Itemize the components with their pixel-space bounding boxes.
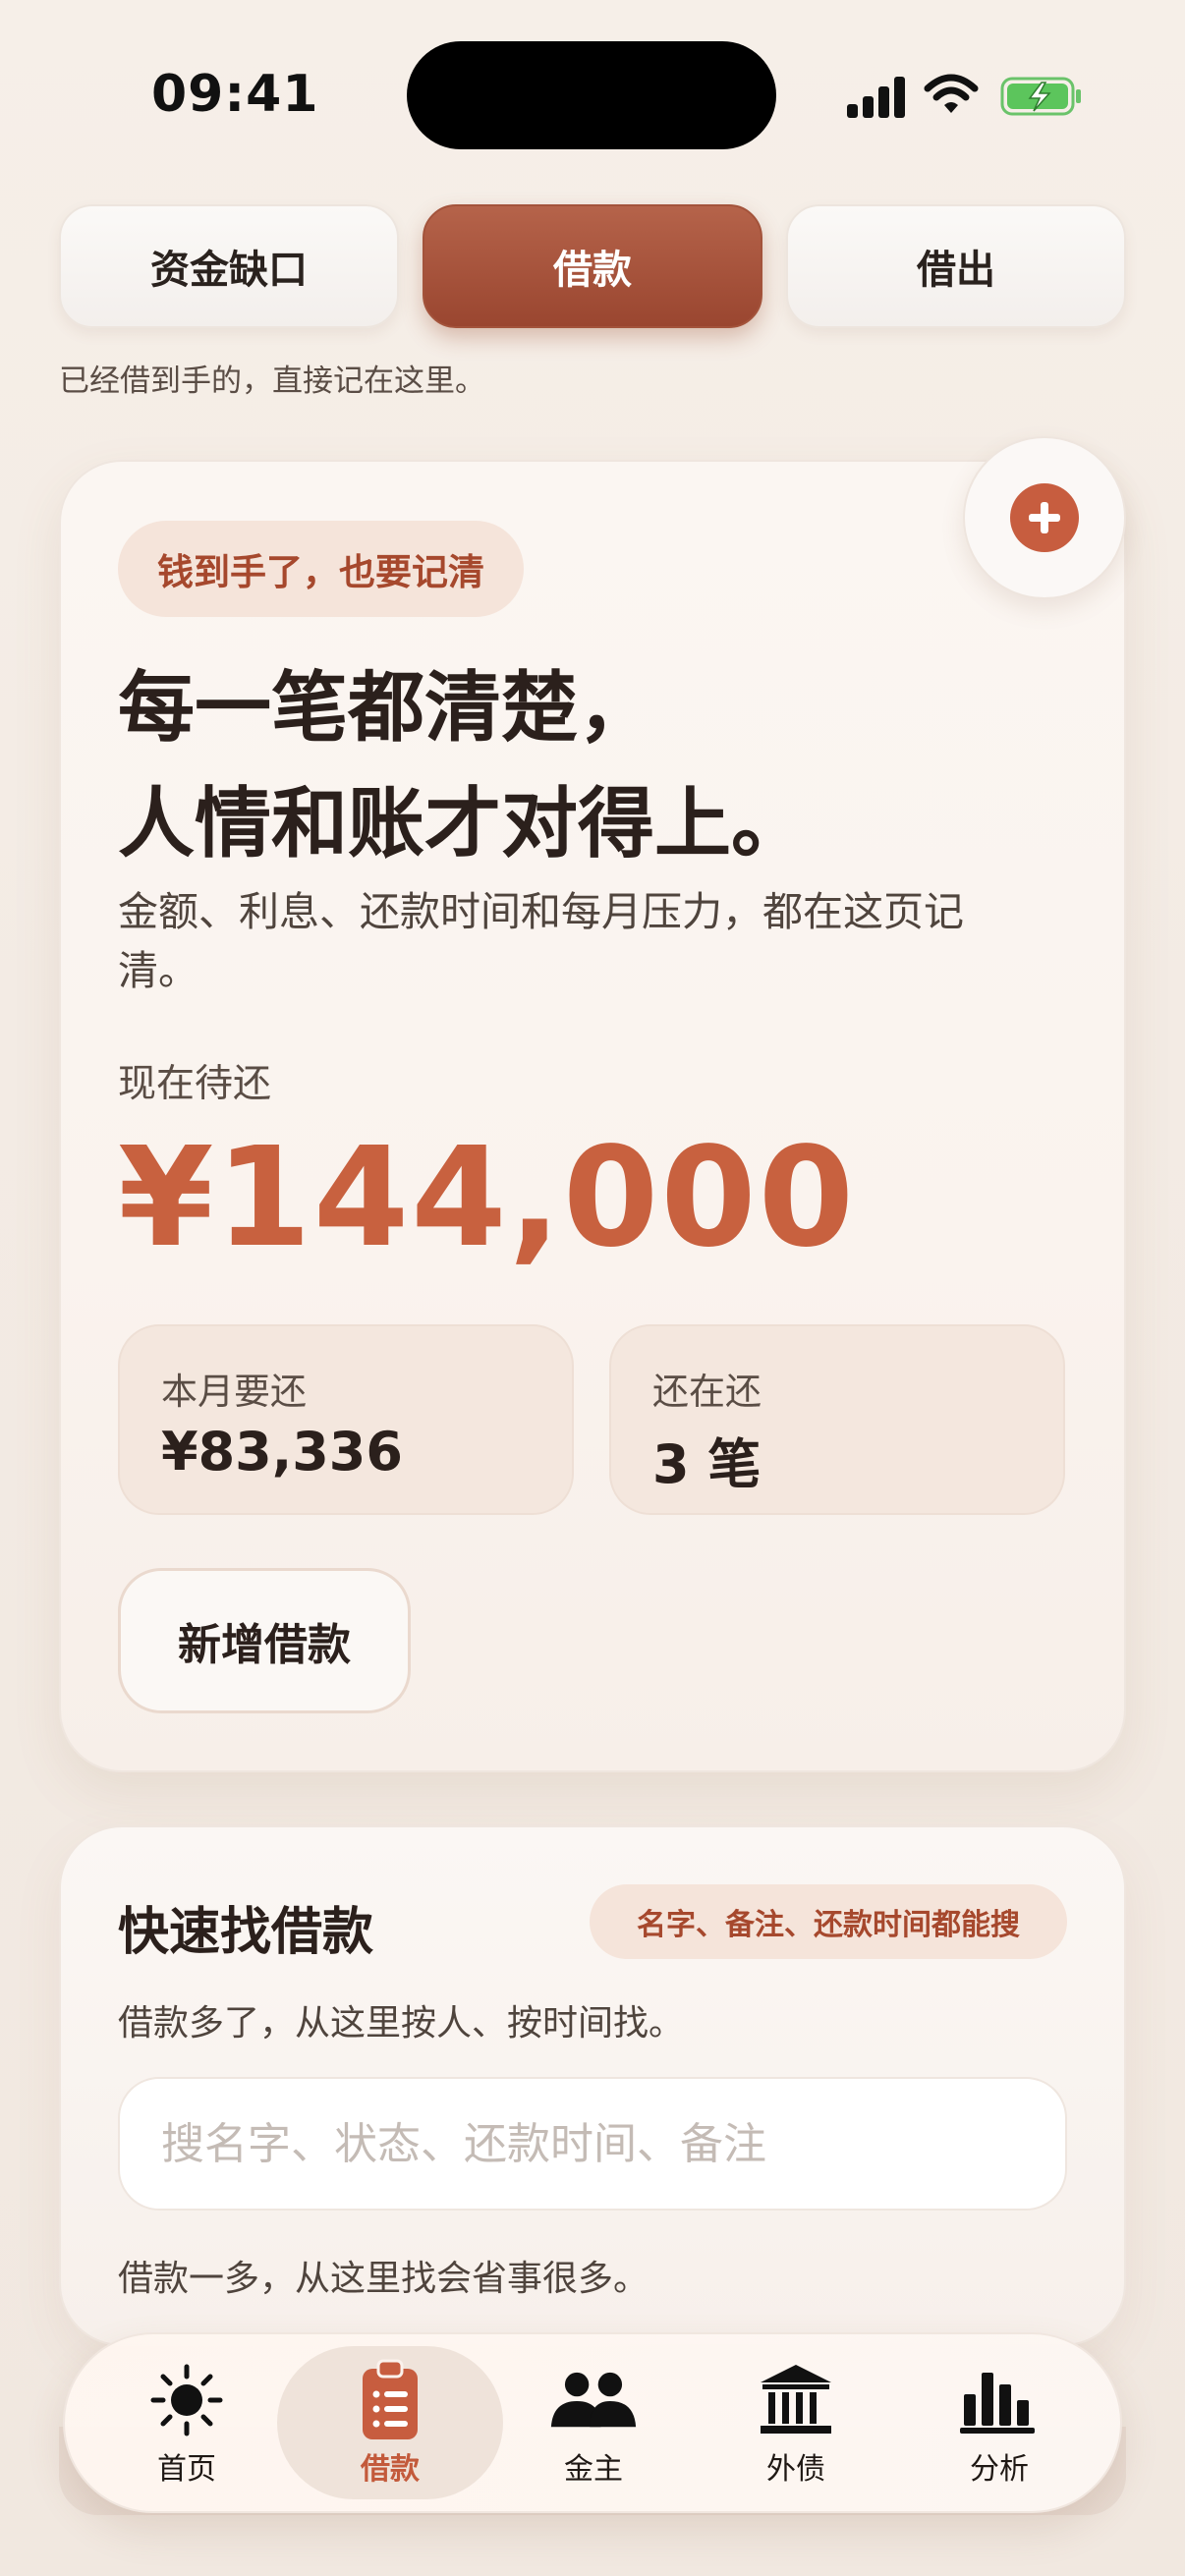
hero-tag: 钱到手了，也要记清 (118, 521, 524, 617)
search-tag: 名字、备注、还款时间都能搜 (590, 1884, 1067, 1959)
stat-label: 还在还 (652, 1371, 762, 1413)
sun-icon (150, 2364, 223, 2436)
nav-item-lenders[interactable]: 金主 (505, 2358, 682, 2495)
search-subtitle: 借款多了，从这里按人、按时间找。 (118, 2003, 685, 2044)
nav-label: 外债 (766, 2452, 825, 2487)
bank-icon (761, 2365, 831, 2434)
due-amount: ¥144,000 (118, 1118, 857, 1278)
clipboard-icon (363, 2359, 418, 2439)
dynamic-island (407, 41, 776, 149)
battery-charging-icon (1000, 77, 1081, 116)
tab-borrow[interactable]: 借款 (423, 204, 762, 328)
nav-item-analysis[interactable]: 分析 (911, 2358, 1088, 2495)
nav-label: 首页 (157, 2452, 216, 2487)
segmented-tabs: 资金缺口 借款 借出 (59, 204, 1126, 328)
nav-label: 分析 (970, 2452, 1029, 2487)
nav-label: 金主 (564, 2452, 623, 2487)
due-label: 现在待还 (118, 1062, 272, 1106)
cellular-signal-icon (847, 75, 906, 118)
search-input[interactable] (118, 2077, 1067, 2211)
nav-label: 借款 (361, 2452, 420, 2487)
hero-description: 金额、利息、还款时间和每月压力，都在这页记清。 (118, 888, 964, 994)
stat-monthly-due: 本月要还 ¥83,336 (118, 1324, 574, 1515)
status-icons (847, 69, 1083, 124)
tab-hint-text: 已经借到手的，直接记在这里。 (59, 364, 485, 399)
add-loan-button[interactable]: 新增借款 (118, 1568, 411, 1713)
search-title: 快速找借款 (118, 1903, 374, 1962)
stat-label: 本月要还 (161, 1371, 307, 1413)
hero-headline: 每一笔都清楚， 人情和账才对得上。 (118, 650, 1061, 882)
add-fab-button[interactable] (963, 436, 1126, 599)
nav-item-borrow[interactable]: 借款 (302, 2358, 479, 2495)
nav-item-home[interactable]: 首页 (98, 2358, 275, 2495)
stat-active-loans: 还在还 3 笔 (609, 1324, 1065, 1515)
search-footer: 借款一多，从这里找会省事很多。 (118, 2259, 649, 2299)
nav-item-external-debt[interactable]: 外债 (707, 2358, 884, 2495)
headline-line-1: 每一笔都清楚， (118, 664, 655, 753)
plus-icon (1010, 483, 1079, 552)
tab-lend[interactable]: 借出 (786, 204, 1126, 328)
bar-chart-icon (960, 2373, 1035, 2434)
people-icon (550, 2372, 637, 2428)
headline-line-2: 人情和账才对得上。 (118, 780, 809, 868)
wifi-icon (924, 74, 979, 113)
tab-funding-gap[interactable]: 资金缺口 (59, 204, 399, 328)
stat-value: 3 笔 (652, 1433, 762, 1495)
stat-value: ¥83,336 (161, 1421, 403, 1483)
status-time: 09:41 (151, 65, 319, 124)
status-bar: 09:41 (0, 0, 1185, 187)
